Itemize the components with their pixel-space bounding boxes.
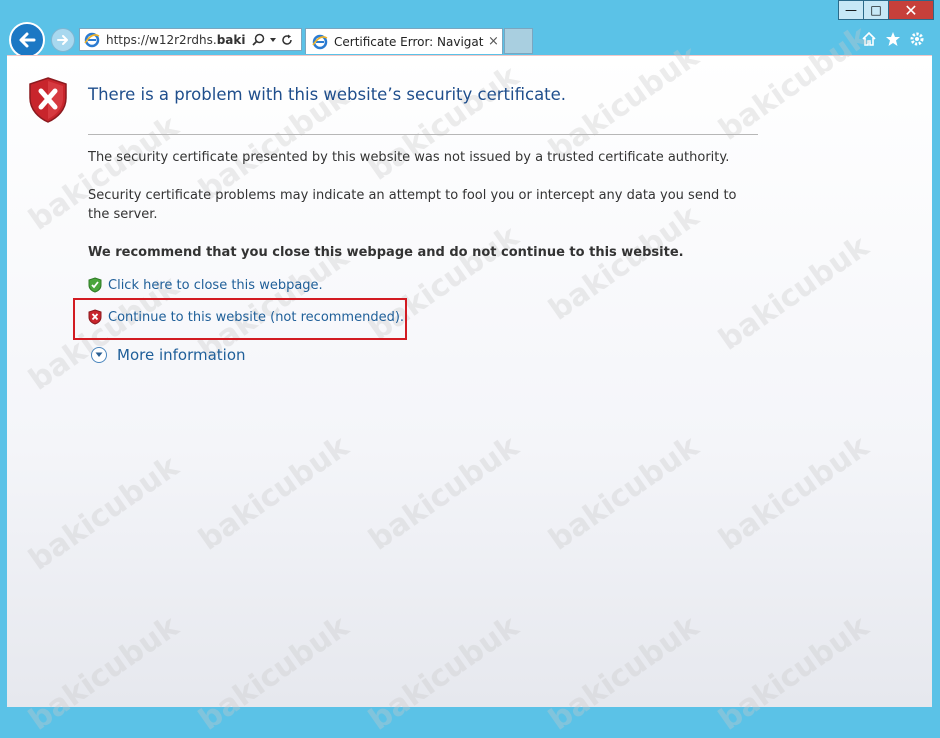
browser-toolbar-icons xyxy=(860,30,926,48)
close-webpage-link[interactable]: Click here to close this webpage. xyxy=(88,277,323,293)
tab-certificate-error[interactable]: Certificate Error: Navigation... × xyxy=(305,28,503,54)
window-controls: — □ ✕ xyxy=(838,0,934,22)
security-warning: Security certificate problems may indica… xyxy=(88,188,737,222)
tab-title: Certificate Error: Navigation... xyxy=(334,34,484,49)
new-tab-button[interactable] xyxy=(504,28,533,54)
page-content: bakicubuk bakicubuk bakicubuk bakicubuk … xyxy=(7,19,932,738)
watermark: bakicubuk xyxy=(362,59,526,188)
red-shield-icon xyxy=(88,309,102,325)
back-button[interactable] xyxy=(9,22,45,58)
home-icon[interactable] xyxy=(860,30,878,48)
watermark: bakicubuk xyxy=(362,429,526,558)
watermark: bakicubuk xyxy=(712,19,876,148)
watermark: bakicubuk xyxy=(22,449,186,578)
minimize-button[interactable]: — xyxy=(838,0,864,20)
watermark: bakicubuk xyxy=(362,609,526,738)
address-bar[interactable]: https://w12r2rdhs.bakicu... xyxy=(79,28,302,51)
continue-link-label[interactable]: Continue to this website (not recommende… xyxy=(108,310,404,325)
green-shield-icon xyxy=(88,277,102,293)
security-error-shield-icon xyxy=(29,77,67,123)
ie-logo-icon xyxy=(84,32,100,47)
search-icon[interactable] xyxy=(252,33,265,46)
address-url[interactable]: https://w12r2rdhs.bakicu... xyxy=(106,33,246,47)
tab-close-icon[interactable]: × xyxy=(488,34,499,49)
ie-logo-icon xyxy=(312,34,328,49)
favorites-star-icon[interactable] xyxy=(884,30,902,48)
settings-gear-icon[interactable] xyxy=(908,30,926,48)
forward-button[interactable] xyxy=(51,28,75,52)
address-tools xyxy=(252,33,293,46)
watermark: bakicubuk xyxy=(542,429,706,558)
watermark: bakicubuk xyxy=(22,609,186,738)
chevron-down-icon xyxy=(91,347,107,363)
watermark: bakicubuk xyxy=(192,609,356,738)
recommendation-text: We recommend that you close this webpage… xyxy=(88,245,684,260)
watermark: bakicubuk xyxy=(712,429,876,558)
certificate-explanation: The security certificate presented by th… xyxy=(88,150,730,165)
maximize-button[interactable]: □ xyxy=(863,0,889,20)
back-arrow-icon xyxy=(19,32,36,48)
refresh-icon[interactable] xyxy=(281,34,293,46)
watermark: bakicubuk xyxy=(712,609,876,738)
browser-window: — □ ✕ https://w12r2rdhs.bakicu... xyxy=(0,0,940,738)
page-title: There is a problem with this website’s s… xyxy=(88,85,567,104)
divider xyxy=(88,134,758,135)
close-window-button[interactable]: ✕ xyxy=(888,0,934,20)
dropdown-arrow-icon[interactable] xyxy=(269,36,277,44)
more-information-toggle[interactable]: More information xyxy=(91,346,246,364)
more-information-label[interactable]: More information xyxy=(117,346,246,364)
watermark: bakicubuk xyxy=(192,429,356,558)
continue-to-website-link[interactable]: Continue to this website (not recommende… xyxy=(88,309,404,325)
forward-arrow-icon xyxy=(57,35,68,45)
close-webpage-link-label[interactable]: Click here to close this webpage. xyxy=(108,278,323,293)
watermark: bakicubuk xyxy=(542,609,706,738)
